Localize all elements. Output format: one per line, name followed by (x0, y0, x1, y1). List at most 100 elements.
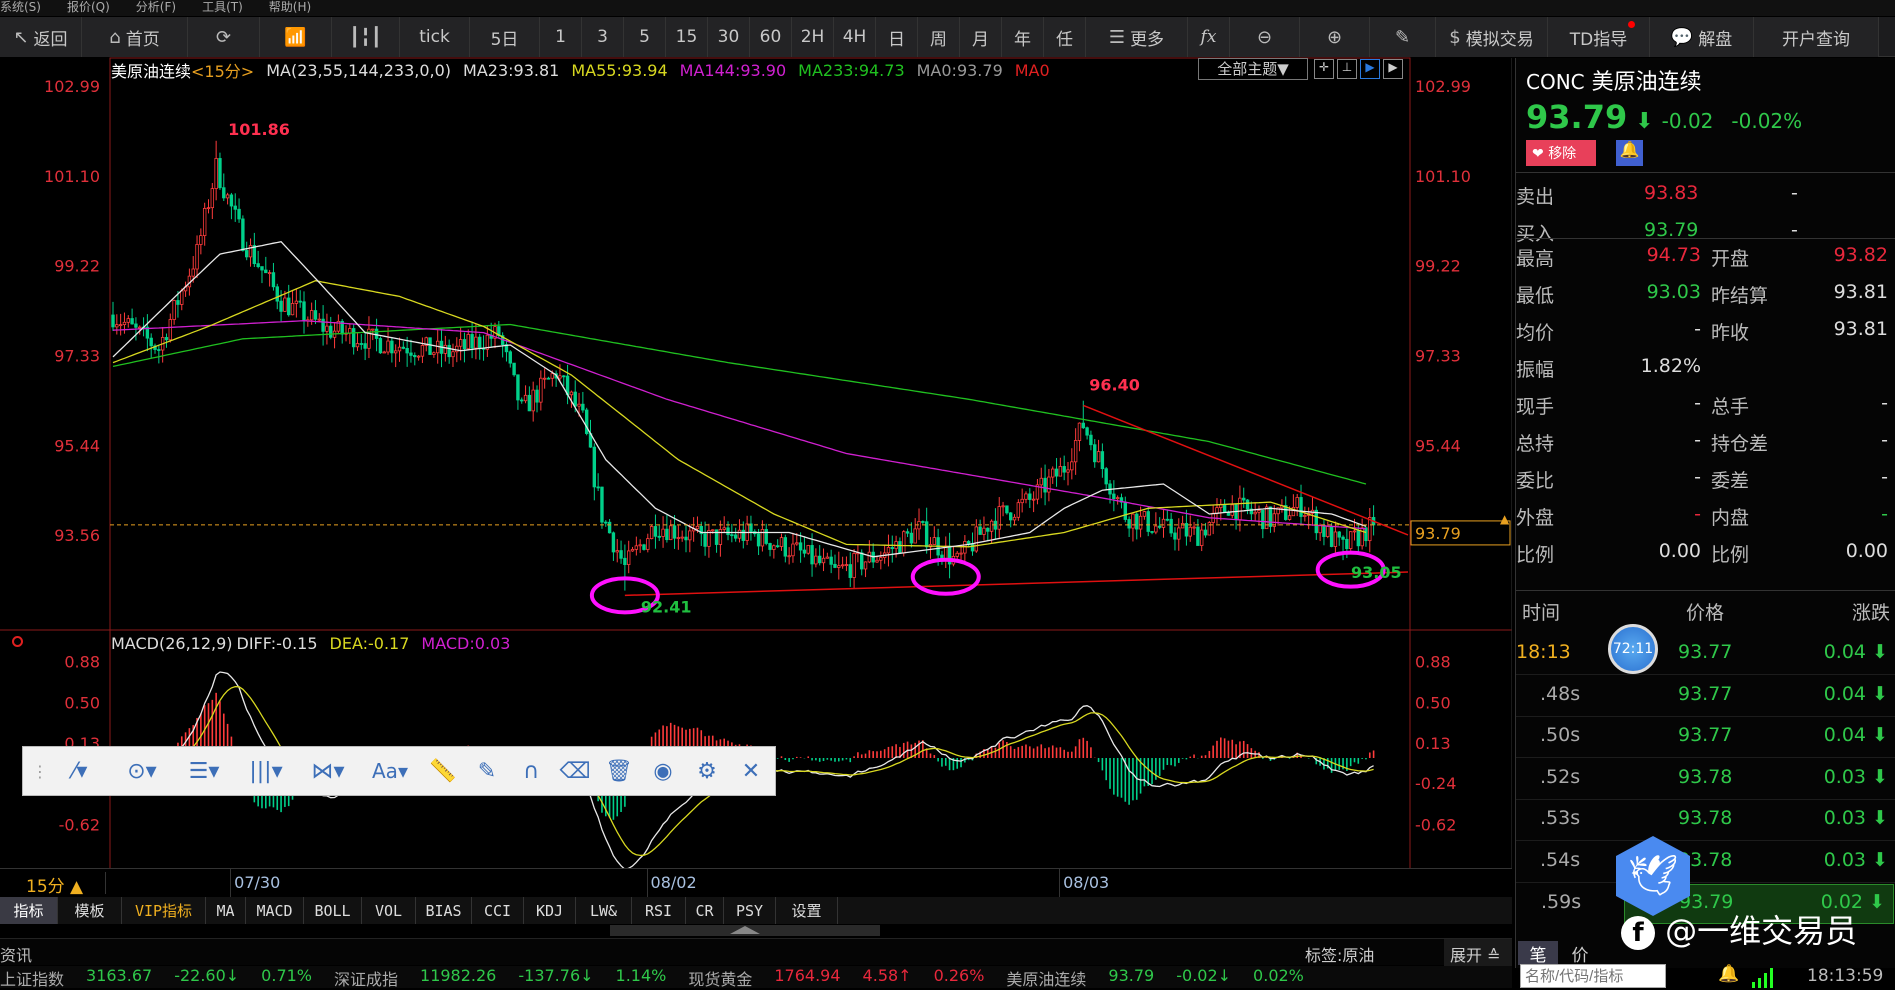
expand-icon[interactable]: ▶ (1383, 59, 1403, 79)
indicator-tab-MA[interactable]: MA (206, 897, 246, 924)
candle-down (271, 272, 276, 288)
news-label[interactable]: 资讯 (0, 942, 32, 966)
candle-down (1356, 530, 1361, 547)
timer-badge[interactable]: 72:11 (1608, 624, 1658, 674)
pattern-tool-icon[interactable]: ⋈▾ (297, 759, 359, 784)
tab-price[interactable]: 价 (1560, 941, 1600, 966)
candle-down (848, 564, 852, 578)
ma0-label: MA0 (1014, 60, 1050, 80)
indicator-settings-icon[interactable] (12, 636, 23, 647)
settings-icon[interactable]: ⚙ (685, 759, 729, 784)
crosshair-icon[interactable]: ✛ (1314, 59, 1334, 79)
magnet-icon[interactable]: ∩ (509, 759, 553, 784)
news-tag[interactable]: 标签:原油 (1305, 942, 1374, 966)
scrollbar[interactable] (610, 925, 880, 936)
line-tool-icon[interactable]: ⁄▾ (49, 759, 111, 784)
eye-icon[interactable]: ◉ (641, 759, 685, 784)
indicator-tab-LW&[interactable]: LW& (576, 897, 632, 924)
indicator-tab-BIAS[interactable]: BIAS (416, 897, 472, 924)
candle-down (1062, 466, 1066, 473)
period-selector[interactable]: 15分 ▲ (6, 872, 106, 897)
candle-up (283, 297, 287, 312)
toolbar-button-解盘[interactable]: 💬 解盘 (1650, 17, 1754, 57)
stat-value: - (1881, 466, 1888, 488)
remove-favorite-button[interactable]: ❤ 移除 (1526, 140, 1596, 166)
indicator-tab-MACD[interactable]: MACD (246, 897, 304, 924)
stat-label: 内盘 (1711, 507, 1750, 529)
ticker-name[interactable]: 现货黄金 (688, 966, 752, 989)
date-tick (230, 869, 232, 897)
candle-up (172, 300, 176, 320)
ma23-line (112, 240, 1367, 558)
tick-header-cell: 涨跌 (1851, 602, 1890, 624)
candle-up (1287, 515, 1292, 520)
price-axis-label-right: 102.99 (1415, 77, 1471, 96)
expand-button[interactable]: 展开 ≙ (1444, 939, 1512, 966)
indicator-tab-CR[interactable]: CR (686, 897, 724, 924)
candle-up (210, 188, 215, 209)
ticker-name[interactable]: 上证指数 (0, 966, 64, 989)
tab-trades[interactable]: 笔 (1518, 941, 1558, 966)
candle-down (775, 545, 780, 548)
tick-header-cell: 价格 (1686, 602, 1725, 624)
candle-up (195, 244, 199, 270)
candle-up (772, 545, 776, 550)
macd-axis-label-left: 0.88 (64, 652, 100, 671)
candle-down (405, 347, 409, 354)
indicator-tab-指标[interactable]: 指标 (0, 897, 58, 924)
indicator-tab-RSI[interactable]: RSI (632, 897, 686, 924)
fib-tool-icon[interactable]: ☰▾ (173, 759, 235, 784)
candle-up (997, 506, 1001, 530)
symbol-name: 美原油连续 (111, 62, 192, 81)
candle-up (638, 544, 642, 547)
indicator-tab-PSY[interactable]: PSY (724, 897, 776, 924)
indicator-tab-BOLL[interactable]: BOLL (304, 897, 362, 924)
candle-up (1253, 511, 1257, 515)
candle-up (1047, 476, 1051, 493)
ma55-value: MA55:93.94 (571, 60, 668, 80)
candle-up (1073, 440, 1078, 463)
pen-icon[interactable]: ✎ (465, 759, 509, 784)
ma0-value: MA0:93.79 (916, 60, 1003, 80)
play-icon[interactable]: ▶ (1360, 59, 1380, 79)
ticker-name[interactable]: 美原油连续 (1006, 966, 1086, 989)
ma-params[interactable]: MA(23,55,144,233,0,0) (266, 61, 451, 80)
circle-tool-icon[interactable]: ⊙▾ (111, 759, 173, 784)
candle-down (1157, 525, 1162, 528)
theme-dropdown[interactable]: 全部主题▼ (1198, 58, 1308, 80)
indicator-tab-VIP指标[interactable]: VIP指标 (122, 897, 206, 924)
drag-handle-icon[interactable]: ⋮ (31, 762, 49, 781)
trash-icon[interactable]: 🗑 (597, 759, 641, 784)
stat-label: 昨结算 (1711, 285, 1769, 307)
indicator-tab-模板[interactable]: 模板 (58, 897, 122, 924)
indicator-tab-VOL[interactable]: VOL (362, 897, 416, 924)
split-icon[interactable]: ⊥ (1337, 59, 1357, 79)
toolbar-button-开户查询[interactable]: 开户查询 (1754, 17, 1879, 57)
toolbar-button-TD指导[interactable]: TD指导 (1548, 17, 1650, 57)
notification-bell-icon[interactable]: 🔔 (1718, 964, 1739, 984)
bell-alert-button[interactable]: 🔔 (1616, 140, 1643, 166)
candle-down (653, 526, 658, 537)
price-chart[interactable]: 102.99 102.99 101.10 101.10 99.22 99.22 97.33 9… (0, 0, 1512, 868)
candle-up (837, 565, 841, 568)
indicator-tab-设置[interactable]: 设置 (776, 897, 838, 924)
candle-up (138, 326, 142, 329)
trendline[interactable] (624, 571, 1409, 597)
search-input[interactable] (1520, 964, 1666, 988)
candle-up (420, 345, 425, 357)
channel-tool-icon[interactable]: |||▾ (235, 759, 297, 784)
candle-down (562, 375, 566, 378)
eraser-icon[interactable]: ⌫ (553, 759, 597, 784)
indicator-tab-KDJ[interactable]: KDJ (524, 897, 576, 924)
ticker-name[interactable]: 深证成指 (334, 966, 398, 989)
candle-up (294, 300, 299, 304)
stat-row: 振幅 1.82% (1516, 355, 1895, 385)
text-tool-icon[interactable]: Aa▾ (359, 759, 421, 783)
close-icon[interactable]: ✕ (729, 759, 773, 784)
candle-down (233, 205, 237, 210)
candle-up (199, 235, 203, 245)
indicator-tab-CCI[interactable]: CCI (472, 897, 524, 924)
candle-up (863, 561, 868, 570)
ruler-icon[interactable]: 📏 (421, 759, 465, 784)
candle-up (1352, 530, 1357, 533)
